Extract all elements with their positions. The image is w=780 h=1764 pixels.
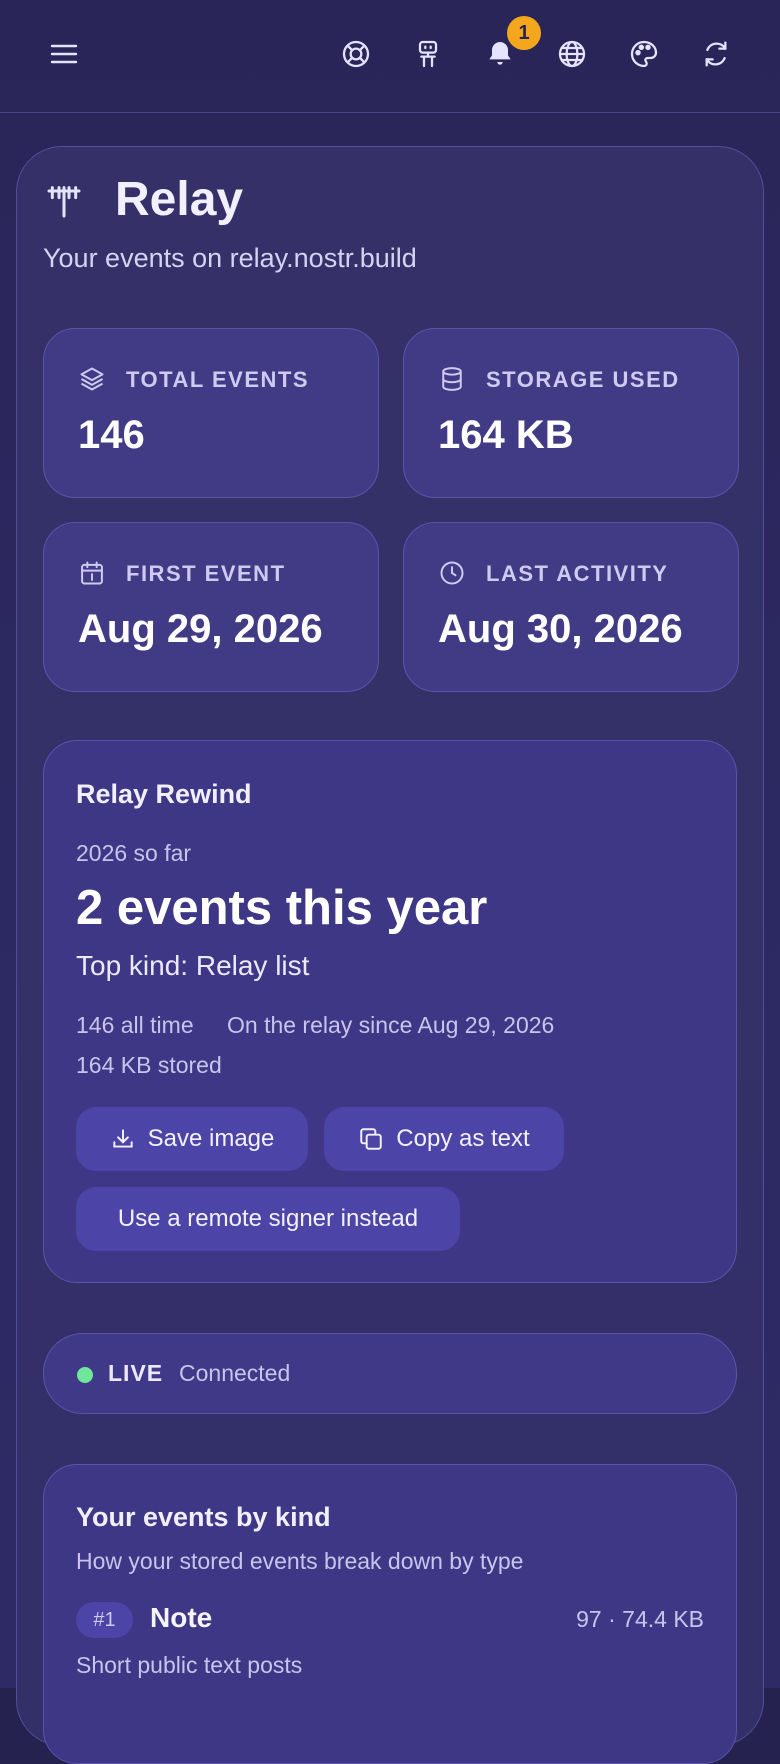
events-by-kind-subtitle: How your stored events break down by typ… (76, 1548, 524, 1574)
connection-status: Connected (179, 1360, 291, 1386)
rewind-period: 2026 so far (76, 840, 192, 866)
kind-name: Note (150, 1602, 213, 1633)
palette-icon[interactable] (624, 34, 664, 74)
save-image-label: Save image (147, 1125, 275, 1152)
robot-icon[interactable] (408, 34, 448, 74)
stat-card-last-activity: LAST ACTIVITY Aug 30, 2026 (403, 522, 739, 692)
refresh-icon[interactable] (696, 34, 736, 74)
live-indicator-dot (77, 1367, 93, 1383)
save-image-button[interactable]: Save image (76, 1107, 308, 1171)
rewind-count: 2 events this year (76, 881, 488, 935)
stat-value: 164 KB (438, 413, 574, 457)
events-by-kind-title: Your events by kind (76, 1502, 331, 1532)
rewind-all-time: 146 all time (76, 1012, 194, 1038)
database-icon (442, 367, 462, 391)
page-subtitle: Your events on relay.nostr.build (43, 243, 417, 273)
copy-as-text-button[interactable]: Copy as text (324, 1107, 564, 1171)
clock-icon (440, 561, 464, 585)
remote-signer-label: Use a remote signer instead (117, 1205, 419, 1232)
calendar-icon (81, 561, 103, 585)
copy-as-text-label: Copy as text (396, 1125, 530, 1152)
notification-badge: 1 (507, 16, 541, 50)
layers-icon (80, 367, 104, 391)
copy-icon (360, 1128, 383, 1150)
stat-label: TOTAL EVENTS (126, 367, 310, 392)
stat-card-total-events: TOTAL EVENTS 146 (43, 328, 379, 498)
kind-rank-badge: #1 (76, 1602, 133, 1638)
globe-icon[interactable] (552, 34, 592, 74)
download-icon (112, 1129, 133, 1148)
stat-value: 146 (78, 413, 145, 457)
top-bar: 1 (0, 0, 780, 113)
live-label: LIVE (108, 1360, 164, 1386)
stat-card-first-event: FIRST EVENT Aug 29, 2026 (43, 522, 379, 692)
stat-label: FIRST EVENT (126, 561, 286, 586)
kind-description: Short public text posts (76, 1652, 303, 1678)
page-title: Relay (115, 173, 244, 226)
remote-signer-button[interactable]: Use a remote signer instead (76, 1187, 460, 1251)
stat-card-storage-used: STORAGE USED 164 KB (403, 328, 739, 498)
stat-value: Aug 29, 2026 (78, 607, 323, 651)
rewind-since: On the relay since Aug 29, 2026 (227, 1012, 555, 1038)
lifebuoy-icon[interactable] (336, 34, 376, 74)
menu-icon[interactable] (44, 34, 84, 74)
antenna-icon (44, 176, 84, 226)
rewind-title: Relay Rewind (76, 779, 252, 809)
stat-label: STORAGE USED (486, 367, 680, 392)
stat-label: LAST ACTIVITY (486, 561, 669, 586)
rewind-top-kind: Top kind: Relay list (76, 950, 310, 981)
rewind-stored: 164 KB stored (76, 1052, 222, 1078)
kind-stats: 97 · 74.4 KB (576, 1606, 704, 1632)
stat-value: Aug 30, 2026 (438, 607, 683, 651)
